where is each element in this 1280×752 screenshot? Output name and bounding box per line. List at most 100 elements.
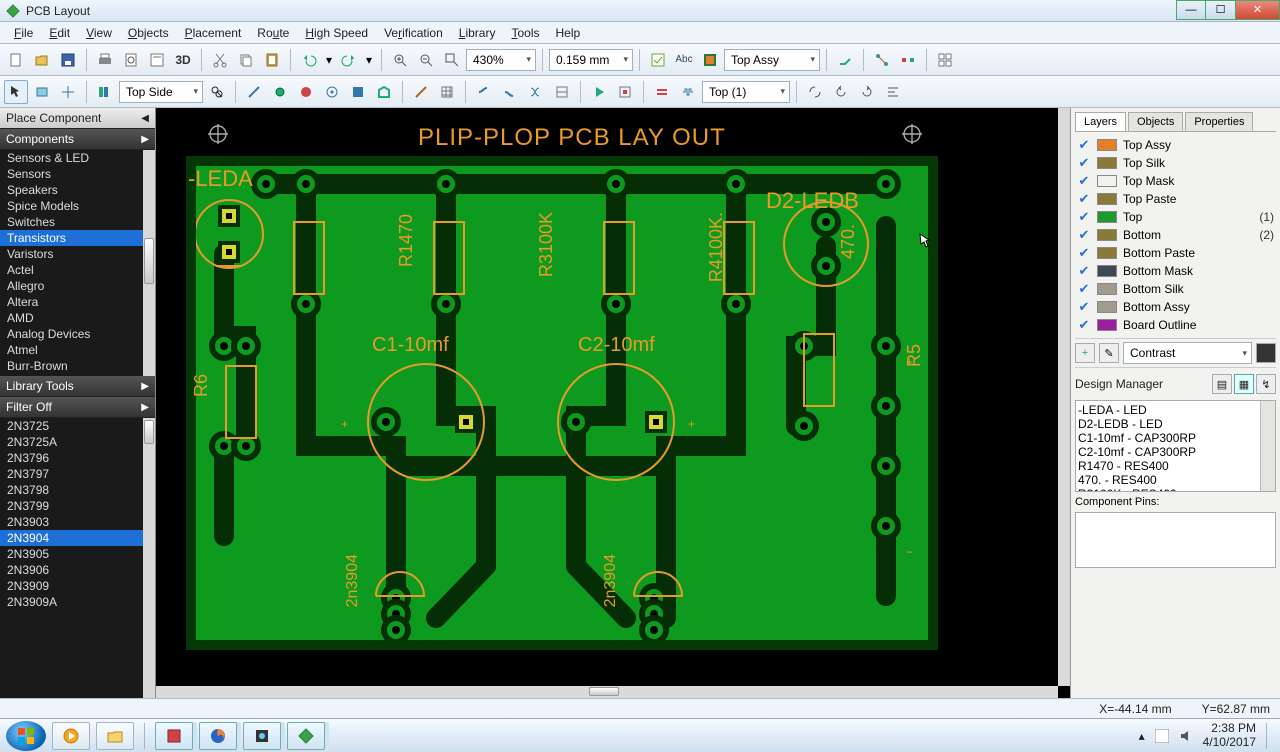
length-tune-icon[interactable] [676,80,700,104]
place-component-hdr[interactable]: Place Component◀ [0,108,155,129]
layer-swatch[interactable] [1097,175,1117,187]
dm-item[interactable]: R3100K - RES400 [1078,487,1273,492]
layer-row[interactable]: ✔Bottom(2) [1075,226,1276,244]
parts-scrollbar[interactable] [144,420,154,444]
place-line-icon[interactable] [242,80,266,104]
canvas-vscroll[interactable] [1058,108,1070,686]
text-tool-icon[interactable]: Abc [672,48,696,72]
layer-swatch[interactable] [1097,193,1117,205]
part-item[interactable]: 2N3798 [0,482,155,498]
part-item[interactable]: 2N3905 [0,546,155,562]
layer-swatch[interactable] [1097,319,1117,331]
part-item[interactable]: 2N3909A [0,594,155,610]
category-item[interactable]: Allegro [0,278,155,294]
layer-check-icon[interactable]: ✔ [1077,155,1091,171]
category-item[interactable]: Burr-Brown [0,358,155,374]
layer-row[interactable]: ✔Top(1) [1075,208,1276,226]
origin-tool-icon[interactable] [56,80,80,104]
minimize-button[interactable]: — [1176,0,1206,20]
dm-item[interactable]: -LEDA - LED [1078,403,1273,417]
dm-item[interactable]: C1-10mf - CAP300RP [1078,431,1273,445]
category-item[interactable]: Actel [0,262,155,278]
maximize-button[interactable]: ☐ [1206,0,1236,20]
dm-item[interactable]: C2-10mf - CAP300RP [1078,445,1273,459]
redo-icon[interactable] [337,48,361,72]
layer-swatch[interactable] [1097,283,1117,295]
layer-row[interactable]: ✔Board Outline [1075,316,1276,334]
place-pad-icon[interactable] [294,80,318,104]
layer-check-icon[interactable]: ✔ [1077,173,1091,189]
categories-scrollbar[interactable] [144,238,154,284]
layer-swatch[interactable] [1097,247,1117,259]
dm-item[interactable]: R1470 - RES400 [1078,459,1273,473]
components-hdr[interactable]: Components▶ [0,129,155,150]
category-item[interactable]: Altera [0,294,155,310]
diff-pair-icon[interactable] [650,80,674,104]
layer-check-icon[interactable]: ✔ [1077,317,1091,333]
layer-check-icon[interactable]: ✔ [1077,227,1091,243]
find-icon[interactable] [205,80,229,104]
layer-row[interactable]: ✔Bottom Mask [1075,262,1276,280]
dm-mode-3[interactable]: ↯ [1256,374,1276,394]
grid-combo[interactable]: 0.159 mm [549,49,633,71]
grid-icon[interactable] [435,80,459,104]
layer-row[interactable]: ✔Top Paste [1075,190,1276,208]
layer-row[interactable]: ✔Bottom Paste [1075,244,1276,262]
start-button[interactable] [6,721,46,751]
menu-route[interactable]: Route [249,24,297,42]
place-polygon-icon[interactable] [372,80,396,104]
task-app2[interactable] [243,722,281,750]
side-combo[interactable]: Top Side [119,81,203,103]
layer-row[interactable]: ✔Top Silk [1075,154,1276,172]
route-manual-icon[interactable] [833,48,857,72]
zoom-window-icon[interactable] [440,48,464,72]
zoom-out-icon[interactable] [414,48,438,72]
layer-check-icon[interactable]: ✔ [1077,191,1091,207]
category-item[interactable]: Atmel [0,342,155,358]
open-icon[interactable] [30,48,54,72]
task-pcblayout[interactable] [287,722,325,750]
category-item[interactable]: Sensors & LED [0,150,155,166]
filter-hdr[interactable]: Filter Off▶ [0,397,155,418]
tab-layers[interactable]: Layers [1075,112,1126,131]
part-item[interactable]: 2N3725 [0,418,155,434]
play-icon[interactable] [587,80,611,104]
layer-swatch[interactable] [1097,157,1117,169]
contrast-combo[interactable]: Contrast [1123,342,1252,364]
rotate-r-icon[interactable] [855,80,879,104]
menu-placement[interactable]: Placement [177,24,250,42]
canvas-hscroll[interactable] [156,686,1058,698]
part-item[interactable]: 2N3797 [0,466,155,482]
part-item[interactable]: 2N3903 [0,514,155,530]
ratsnest-icon[interactable] [870,48,894,72]
tray-expand-icon[interactable]: ▴ [1139,729,1145,743]
layer-combo[interactable]: Top (1) [702,81,790,103]
contrast-color-button[interactable] [1256,343,1276,363]
task-app1[interactable] [155,722,193,750]
layer-check-icon[interactable]: ✔ [1077,299,1091,315]
tab-properties[interactable]: Properties [1185,112,1253,131]
layer-swatch[interactable] [1097,139,1117,151]
panelize-icon[interactable] [933,48,957,72]
place-target-icon[interactable] [320,80,344,104]
dm-item[interactable]: D2-LEDB - LED [1078,417,1273,431]
menu-objects[interactable]: Objects [120,24,177,42]
redo-drop[interactable]: ▾ [363,48,375,72]
task-firefox[interactable] [199,722,237,750]
layer-check-icon[interactable]: ✔ [1077,263,1091,279]
place-fill-icon[interactable] [346,80,370,104]
layer-display-icon[interactable] [698,48,722,72]
layer-swatch[interactable] [1097,265,1117,277]
layer-check-icon[interactable]: ✔ [1077,209,1091,225]
assy-combo[interactable]: Top Assy [724,49,820,71]
design-manager-list[interactable]: -LEDA - LEDD2-LEDB - LEDC1-10mf - CAP300… [1075,400,1276,492]
layer-colors-icon[interactable] [93,80,117,104]
show-desktop[interactable] [1266,723,1274,749]
dm-mode-2[interactable]: ▦ [1234,374,1254,394]
part-item[interactable]: 2N3799 [0,498,155,514]
undo-icon[interactable] [297,48,321,72]
route-c-icon[interactable] [524,80,548,104]
part-item[interactable]: 2N3906 [0,562,155,578]
category-item[interactable]: Transistors [0,230,155,246]
part-item[interactable]: 2N3904 [0,530,155,546]
